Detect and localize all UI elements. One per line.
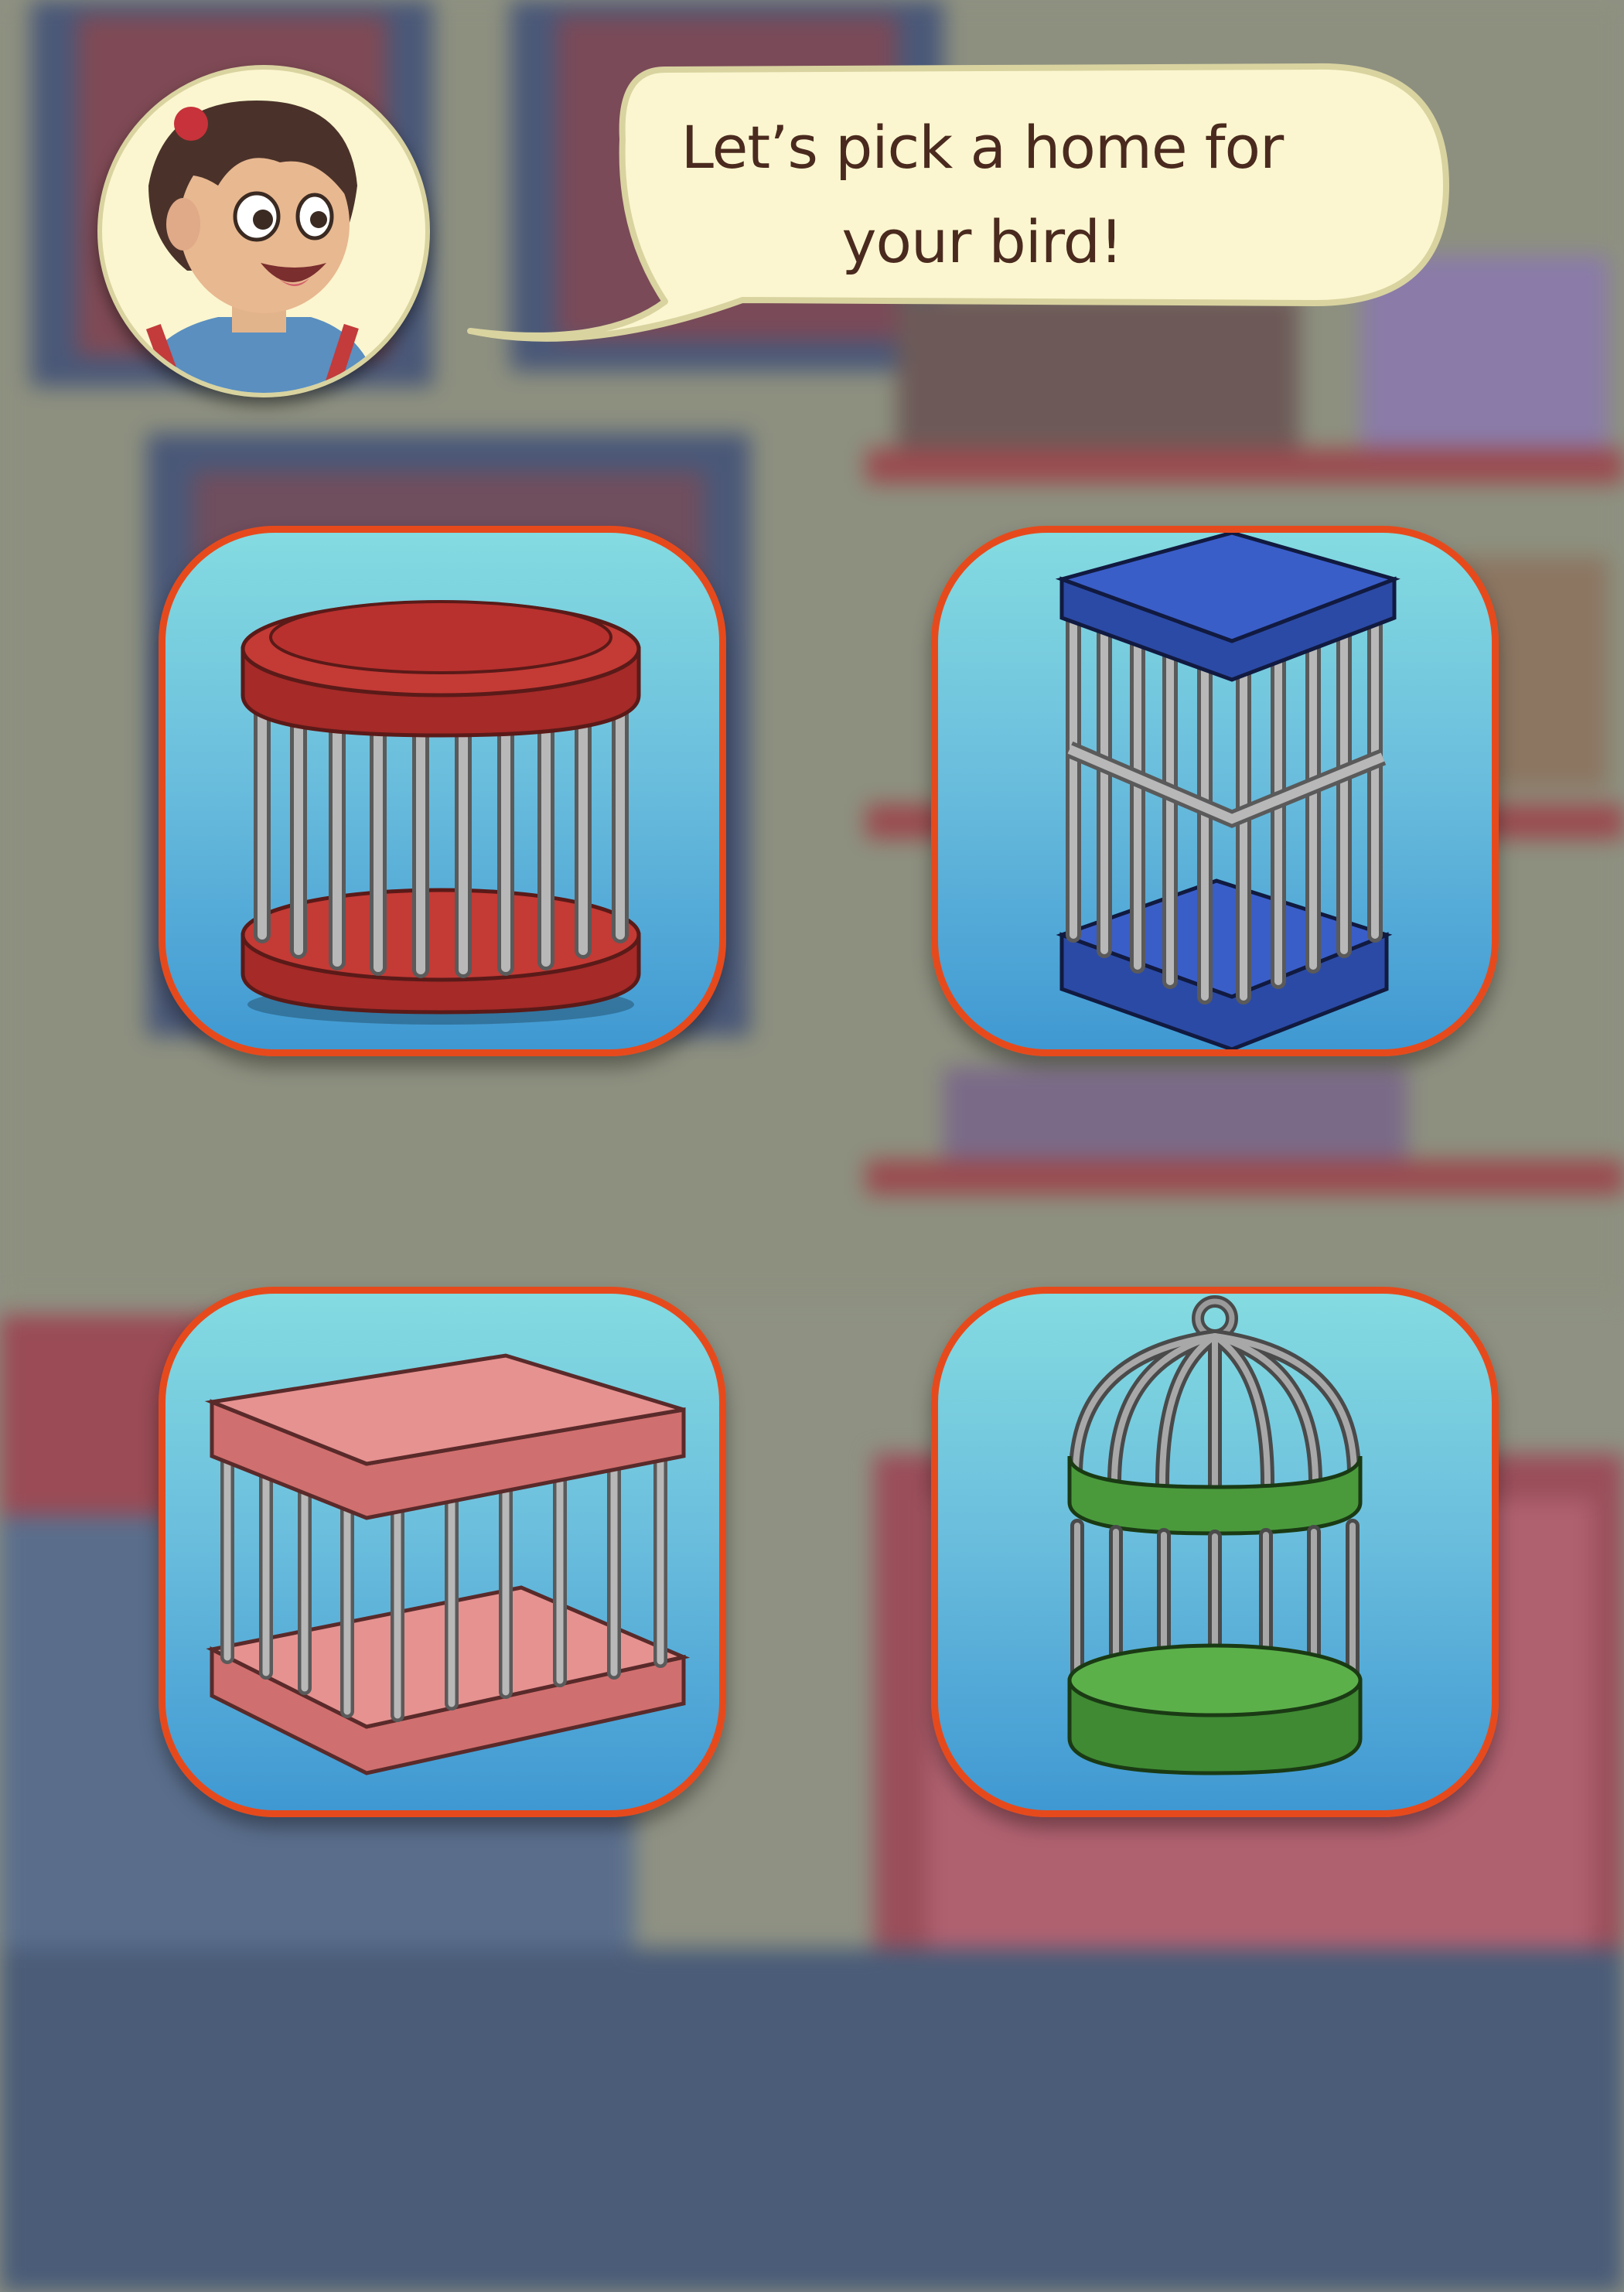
dialog-line-1: Let’s pick a home for (681, 113, 1285, 182)
speech-bubble: Let’s pick a home for your bird! (464, 54, 1454, 379)
dialog-text: Let’s pick a home for your bird! (642, 101, 1322, 289)
red-round-cage-option[interactable] (159, 526, 726, 1056)
round-cage-icon (241, 600, 641, 1025)
tall-cage-icon (1055, 533, 1401, 1049)
dialog-line-2: your bird! (841, 207, 1123, 276)
green-dome-cage-option[interactable] (931, 1287, 1499, 1817)
blue-tall-cage-option[interactable] (931, 526, 1499, 1056)
square-cage-icon (204, 1353, 691, 1775)
pink-square-cage-option[interactable] (159, 1287, 726, 1817)
character-avatar (97, 65, 430, 397)
girl-avatar-icon (133, 101, 380, 393)
dome-cage-icon (1067, 1295, 1363, 1775)
